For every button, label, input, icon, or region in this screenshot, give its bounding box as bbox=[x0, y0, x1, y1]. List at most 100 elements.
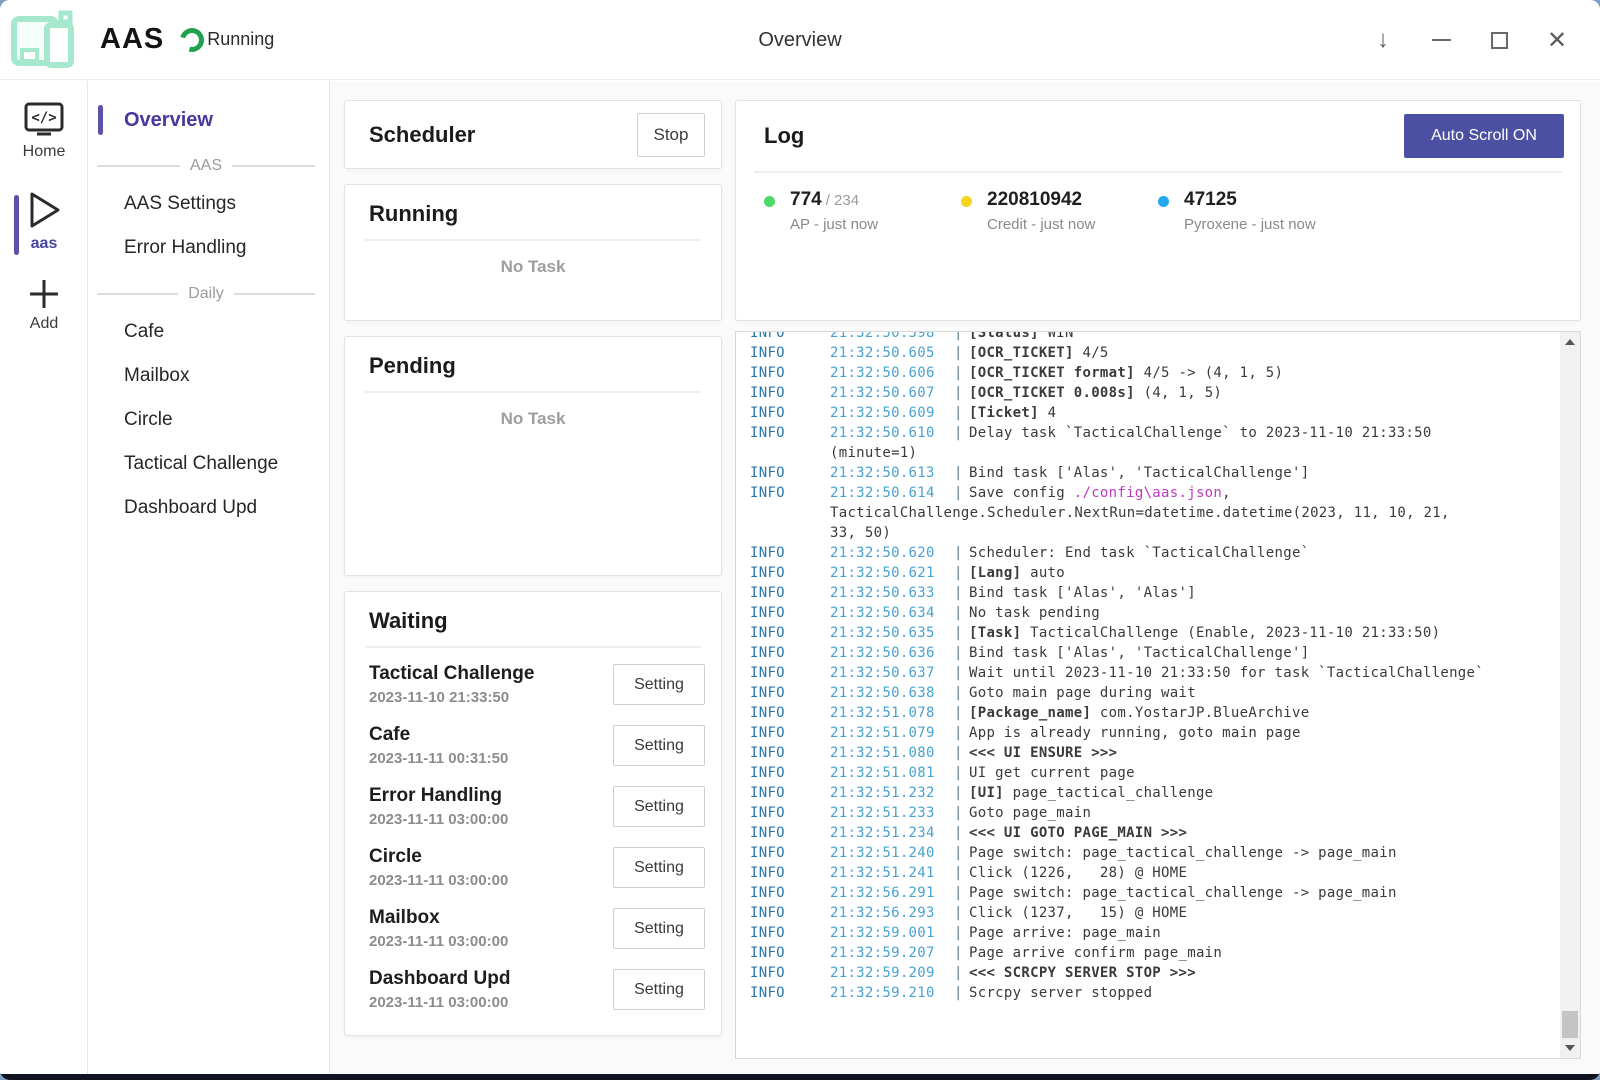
log-level: INFO bbox=[750, 403, 830, 423]
log-message: Wait until 2023-11-10 21:33:50 for task … bbox=[969, 663, 1554, 683]
log-timestamp: 21:32:50.605 bbox=[830, 343, 954, 363]
log-message: <<< UI GOTO PAGE_MAIN >>> bbox=[969, 823, 1554, 843]
log-line: INFO21:32:50.636|Bind task ['Alas', 'Tac… bbox=[750, 643, 1554, 663]
window-bottom-edge bbox=[0, 1074, 1600, 1080]
divider-line bbox=[232, 165, 315, 167]
task-setting-button-circle[interactable]: Setting bbox=[613, 847, 705, 888]
hide-to-tray-button[interactable]: ↓ bbox=[1370, 27, 1396, 53]
log-message: TacticalChallenge.Scheduler.NextRun=date… bbox=[830, 503, 1554, 523]
log-timestamp: 21:32:50.609 bbox=[830, 403, 954, 423]
waiting-title: Waiting bbox=[369, 608, 721, 634]
log-indent bbox=[750, 443, 830, 463]
log-message: [Task] TacticalChallenge (Enable, 2023-1… bbox=[969, 623, 1554, 643]
rail-item-aas[interactable]: aas bbox=[0, 189, 88, 253]
pending-card: Pending No Task bbox=[344, 336, 722, 576]
nav-item-overview[interactable]: Overview bbox=[89, 105, 329, 135]
log-message: Page arrive confirm page_main bbox=[969, 943, 1554, 963]
log-separator: | bbox=[954, 483, 969, 503]
log-separator: | bbox=[954, 643, 969, 663]
nav-group-divider: Daily bbox=[97, 285, 315, 303]
log-message: Save config ./config\aas.json, bbox=[969, 483, 1554, 503]
log-level: INFO bbox=[750, 583, 830, 603]
log-message: Bind task ['Alas', 'TacticalChallenge'] bbox=[969, 463, 1554, 483]
log-level: INFO bbox=[750, 743, 830, 763]
log-line: INFO21:32:50.607|[OCR_TICKET 0.008s] (4,… bbox=[750, 383, 1554, 403]
log-line: INFO21:32:59.001|Page arrive: page_main bbox=[750, 923, 1554, 943]
rail-item-add[interactable]: Add bbox=[0, 277, 88, 333]
resource-stat: 774/ 234AP - just now bbox=[764, 189, 961, 233]
log-scrollbar[interactable] bbox=[1560, 332, 1580, 1058]
scheduler-stop-button[interactable]: Stop bbox=[637, 113, 705, 157]
task-setting-button-tactical-challenge[interactable]: Setting bbox=[613, 664, 705, 705]
log-message: Bind task ['Alas', 'TacticalChallenge'] bbox=[969, 643, 1554, 663]
log-line: INFO21:32:51.233|Goto page_main bbox=[750, 803, 1554, 823]
log-timestamp: 21:32:50.621 bbox=[830, 563, 954, 583]
log-separator: | bbox=[954, 463, 969, 483]
waiting-task-row: Dashboard Upd2023-11-11 03:00:00Setting bbox=[345, 959, 721, 1020]
log-timestamp: 21:32:50.613 bbox=[830, 463, 954, 483]
log-message: Scrcpy server stopped bbox=[969, 983, 1554, 1003]
auto-scroll-toggle-button[interactable]: Auto Scroll ON bbox=[1404, 114, 1564, 158]
log-timestamp: 21:32:59.207 bbox=[830, 943, 954, 963]
nav-item-aas-settings[interactable]: AAS Settings bbox=[89, 189, 329, 219]
minimize-button[interactable] bbox=[1428, 27, 1454, 53]
log-message: [Package_name] com.YostarJP.BlueArchive bbox=[969, 703, 1554, 723]
log-line: INFO21:32:59.207|Page arrive confirm pag… bbox=[750, 943, 1554, 963]
rail-item-home[interactable]: </> Home bbox=[0, 101, 88, 161]
scheduler-title: Scheduler bbox=[369, 122, 475, 148]
log-message: [OCR_TICKET 0.008s] (4, 1, 5) bbox=[969, 383, 1554, 403]
log-separator: | bbox=[954, 743, 969, 763]
task-setting-button-cafe[interactable]: Setting bbox=[613, 725, 705, 766]
log-level: INFO bbox=[750, 663, 830, 683]
nav-item-dashboard-upd[interactable]: Dashboard Upd bbox=[89, 493, 329, 523]
log-output-panel[interactable]: INFO21:32:50.598|[Status] WININFO21:32:5… bbox=[735, 331, 1581, 1059]
log-level: INFO bbox=[750, 903, 830, 923]
nav-item-tactical-challenge[interactable]: Tactical Challenge bbox=[89, 449, 329, 479]
divider bbox=[365, 646, 701, 648]
log-timestamp: 21:32:59.001 bbox=[830, 923, 954, 943]
log-title: Log bbox=[764, 123, 804, 149]
app-logo-icon bbox=[10, 8, 78, 72]
log-separator: | bbox=[954, 363, 969, 383]
log-separator: | bbox=[954, 663, 969, 683]
task-setting-button-dashboard-upd[interactable]: Setting bbox=[613, 969, 705, 1010]
log-level: INFO bbox=[750, 963, 830, 983]
scroll-down-arrow-icon[interactable] bbox=[1560, 1040, 1580, 1056]
log-line: 33, 50) bbox=[750, 523, 1554, 543]
stat-body: 220810942Credit - just now bbox=[987, 189, 1095, 233]
scheduler-card: Scheduler Stop bbox=[344, 100, 722, 169]
log-line: INFO21:32:51.079|App is already running,… bbox=[750, 723, 1554, 743]
nav-item-error-handling[interactable]: Error Handling bbox=[89, 233, 329, 263]
divider-line bbox=[234, 293, 315, 295]
stat-label: Pyroxene - just now bbox=[1184, 216, 1316, 233]
waiting-task-row: Tactical Challenge2023-11-10 21:33:50 Set… bbox=[345, 654, 721, 715]
log-timestamp: 21:32:50.634 bbox=[830, 603, 954, 623]
maximize-button[interactable] bbox=[1486, 27, 1512, 53]
log-message: [Ticket] 4 bbox=[969, 403, 1554, 423]
waiting-task-info: Tactical Challenge2023-11-10 21:33:50 bbox=[369, 663, 534, 706]
running-spinner-icon bbox=[176, 23, 209, 56]
resource-stat: 220810942Credit - just now bbox=[961, 189, 1158, 233]
waiting-task-next-run: 2023-11-11 03:00:00 bbox=[369, 994, 510, 1011]
log-message: 33, 50) bbox=[830, 523, 1554, 543]
nav-item-cafe[interactable]: Cafe bbox=[89, 317, 329, 347]
log-scrollbar-thumb[interactable] bbox=[1562, 1011, 1578, 1038]
waiting-task-next-run: 2023-11-11 03:00:00 bbox=[369, 872, 508, 889]
log-level: INFO bbox=[750, 923, 830, 943]
stat-body: 47125Pyroxene - just now bbox=[1184, 189, 1316, 233]
task-setting-button-error-handling[interactable]: Setting bbox=[613, 786, 705, 827]
nav-group-divider: AAS bbox=[97, 157, 315, 175]
log-separator: | bbox=[954, 563, 969, 583]
log-timestamp: 21:32:51.234 bbox=[830, 823, 954, 843]
log-timestamp: 21:32:50.607 bbox=[830, 383, 954, 403]
window-controls: ↓ ✕ bbox=[1370, 0, 1570, 80]
log-separator: | bbox=[954, 583, 969, 603]
nav-item-mailbox[interactable]: Mailbox bbox=[89, 361, 329, 391]
log-separator: | bbox=[954, 863, 969, 883]
close-button[interactable]: ✕ bbox=[1544, 27, 1570, 53]
scroll-up-arrow-icon[interactable] bbox=[1560, 334, 1580, 350]
scheduler-status-text: Running bbox=[207, 29, 274, 50]
nav-item-circle[interactable]: Circle bbox=[89, 405, 329, 435]
task-setting-button-mailbox[interactable]: Setting bbox=[613, 908, 705, 949]
log-line: INFO21:32:51.234|<<< UI GOTO PAGE_MAIN >… bbox=[750, 823, 1554, 843]
